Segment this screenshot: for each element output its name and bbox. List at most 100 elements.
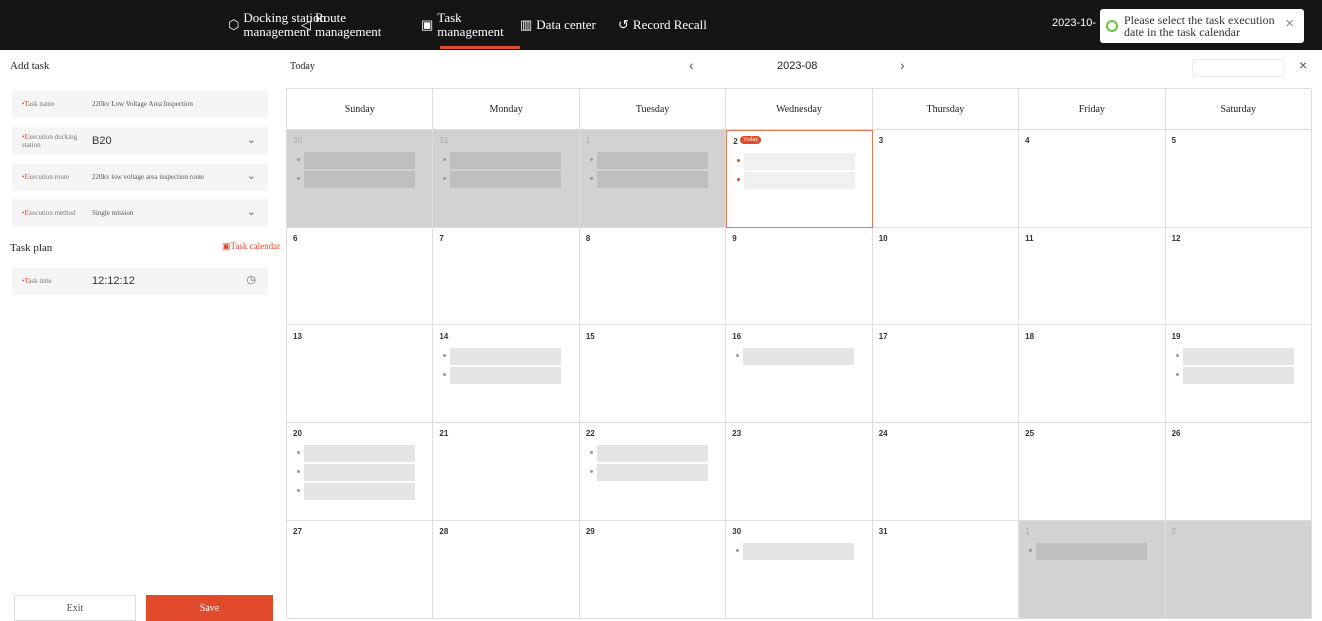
task-item[interactable] (588, 445, 708, 463)
task-item[interactable] (295, 445, 415, 463)
route-value[interactable]: 220kv low voltage area inspection route (92, 173, 204, 181)
day-number: 15 (585, 331, 595, 341)
task-item[interactable] (1174, 366, 1294, 384)
route-select[interactable]: •Execution route 220kv low voltage area … (12, 163, 268, 191)
calendar-day-cell[interactable]: 19 (1165, 325, 1312, 424)
task-item[interactable] (735, 172, 856, 189)
save-button[interactable]: Save (146, 595, 273, 621)
calendar-day-cell[interactable]: 10 (872, 227, 1020, 326)
confirm-button[interactable] (1192, 59, 1284, 77)
chevron-down-icon[interactable]: ⌄ (247, 169, 256, 182)
calendar-day-cell[interactable]: 20 (287, 423, 434, 521)
task-time-field[interactable]: •Task time 12:12:12 ◷ (12, 267, 268, 295)
calendar-day-cell[interactable]: 31 (872, 521, 1020, 619)
active-tab-indicator (440, 46, 520, 49)
prev-month-icon[interactable]: ‹ (689, 57, 694, 73)
task-item[interactable] (735, 153, 856, 170)
task-item-text (744, 172, 856, 189)
task-name-value[interactable]: 220kv Low Voltage Area Inspection (92, 100, 193, 108)
calendar-day-cell[interactable]: 6 (287, 227, 434, 326)
route-label: •Execution route (22, 173, 69, 181)
docking-station-select[interactable]: •Execution docking station B20 ⌄ (12, 127, 268, 155)
task-item[interactable] (588, 171, 708, 188)
calendar-day-cell[interactable]: 29 (579, 521, 727, 619)
calendar-day-cell[interactable]: 25 (1019, 423, 1166, 521)
method-select[interactable]: •Execution method Single mission ⌄ (12, 199, 268, 227)
calendar-day-cell[interactable]: 24 (872, 423, 1020, 521)
task-item[interactable] (734, 347, 855, 365)
calendar-day-cell[interactable]: 27 (287, 521, 434, 619)
task-item-text (304, 464, 415, 482)
calendar-day-cell[interactable]: 13 (287, 325, 434, 424)
success-icon (1106, 20, 1118, 32)
task-item[interactable] (295, 152, 415, 169)
calendar-day-cell[interactable]: 12 (1165, 227, 1312, 326)
task-item[interactable] (588, 152, 708, 169)
calendar-day-cell[interactable]: 8 (579, 227, 727, 326)
day-number: 21 (439, 429, 449, 439)
calendar-day-cell[interactable]: 22 (579, 423, 727, 521)
calendar-day-cell[interactable]: 23 (726, 423, 873, 521)
nav-task[interactable]: ▣ Task management (421, 0, 517, 50)
today-button[interactable]: Today (290, 61, 315, 72)
calendar-day-cell[interactable]: 3 (872, 130, 1020, 228)
calendar-day-cell[interactable]: 21 (433, 423, 580, 521)
nav-route[interactable]: ◁ Route management (301, 0, 395, 50)
nav-record-recall[interactable]: ↺ Record Recall (618, 0, 707, 50)
record-recall-icon: ↺ (618, 17, 629, 32)
calendar-day-cell[interactable]: 18 (1019, 325, 1166, 424)
task-item[interactable] (441, 152, 562, 169)
task-item[interactable] (295, 483, 415, 501)
calendar-day-cell[interactable]: 2 (1165, 521, 1312, 619)
day-number: 3 (878, 136, 884, 145)
docking-station-value[interactable]: B20 (92, 135, 112, 147)
calendar-day-cell[interactable]: 15 (579, 325, 727, 424)
calendar-day-cell[interactable]: 9 (726, 227, 873, 326)
task-item[interactable] (441, 347, 562, 365)
task-item[interactable] (588, 464, 708, 482)
calendar-day-cell[interactable]: 30 (726, 521, 873, 619)
task-item-text (304, 171, 415, 188)
calendar-day-cell[interactable]: 5 (1165, 130, 1312, 228)
task-item-text (304, 152, 415, 169)
task-list (441, 152, 562, 190)
calendar-close-icon[interactable]: × (1299, 57, 1307, 73)
calendar-day-cell[interactable]: 16 (726, 325, 873, 424)
task-name-field[interactable]: •Task name 220kv Low Voltage Area Inspec… (12, 90, 268, 118)
task-item[interactable] (441, 366, 562, 384)
calendar-day-cell[interactable]: 30 (287, 130, 434, 228)
calendar-day-cell[interactable]: 14 (433, 325, 580, 424)
task-calendar-link[interactable]: ▣Task calendar (222, 241, 280, 252)
calendar-day-cell[interactable]: 1 (1019, 521, 1166, 619)
top-navigation-bar: ⬡ Docking station management ◁ Route man… (0, 0, 1322, 50)
chevron-down-icon[interactable]: ⌄ (247, 133, 256, 146)
next-month-icon[interactable]: › (900, 57, 905, 73)
calendar-day-cell[interactable]: 17 (872, 325, 1020, 424)
calendar-day-cell[interactable]: 11 (1019, 227, 1166, 326)
day-number: 19 (1171, 331, 1181, 341)
nav-data-center[interactable]: ▥ Data center (520, 0, 596, 50)
task-item[interactable] (734, 543, 855, 561)
task-item[interactable] (1174, 347, 1294, 365)
calendar-day-cell[interactable]: 1 (579, 130, 727, 228)
task-item-text (1182, 366, 1294, 384)
task-item[interactable] (441, 171, 562, 188)
clock-icon[interactable]: ◷ (246, 273, 256, 286)
task-item[interactable] (1027, 543, 1148, 561)
task-item[interactable] (295, 464, 415, 482)
chevron-down-icon[interactable]: ⌄ (247, 205, 256, 218)
calendar-header: Today ‹ 2023-08 › × (282, 50, 1322, 85)
task-time-value[interactable]: 12:12:12 (92, 275, 135, 287)
calendar-day-cell[interactable]: 28 (433, 521, 580, 619)
method-value[interactable]: Single mission (92, 209, 133, 217)
calendar-day-cell[interactable]: 7 (433, 227, 580, 326)
day-number: 30 (732, 527, 742, 537)
exit-button[interactable]: Exit (14, 595, 136, 621)
task-item-text (1182, 347, 1294, 365)
calendar-day-cell[interactable]: 4 (1019, 130, 1166, 228)
calendar-day-cell[interactable]: 26 (1165, 423, 1312, 521)
task-item[interactable] (295, 171, 415, 188)
calendar-day-cell[interactable]: 2 Today (726, 130, 873, 228)
calendar-day-cell[interactable]: 31 (433, 130, 580, 228)
toast-close-icon[interactable]: × (1285, 16, 1294, 31)
